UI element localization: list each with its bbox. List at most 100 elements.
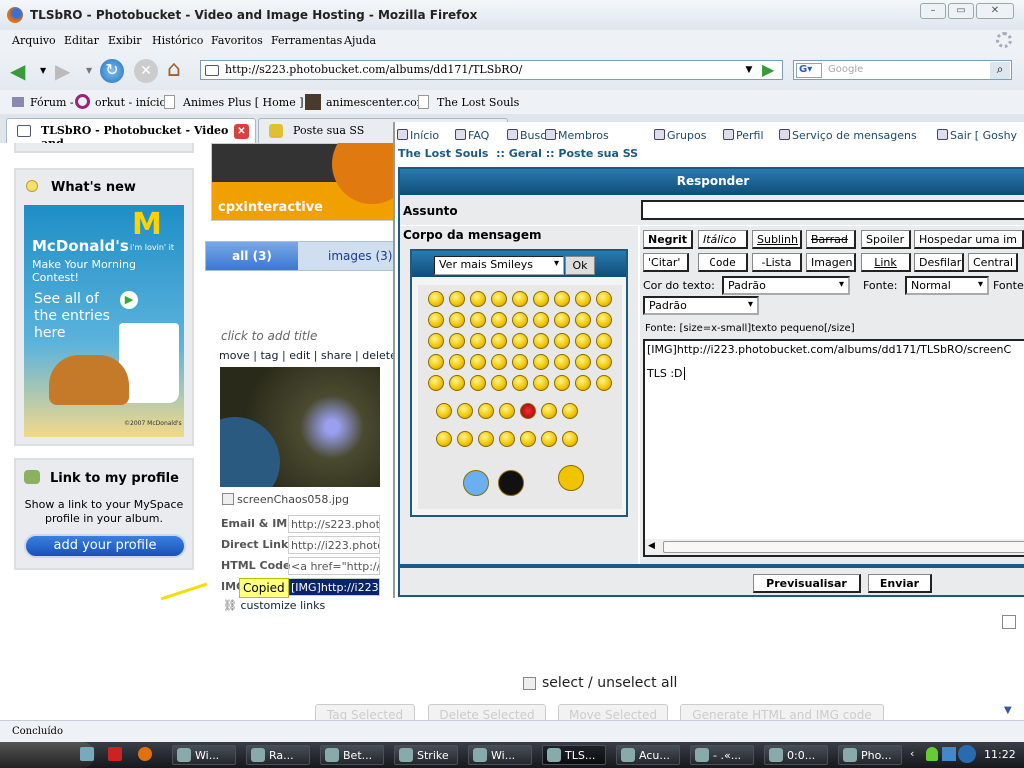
show-desktop-icon[interactable]	[80, 747, 94, 761]
smiley-icon[interactable]	[596, 312, 612, 328]
marquee-button[interactable]: Desfilar	[914, 253, 964, 272]
customize-links[interactable]: ⛓ customize links	[223, 599, 325, 612]
breadcrumb-forum[interactable]: The Lost Souls	[398, 147, 488, 160]
maximize-button[interactable]: ▭	[948, 3, 974, 19]
menu-editar[interactable]: Editar	[64, 34, 99, 47]
tag-link[interactable]: tag	[260, 349, 278, 362]
filter-tab-all[interactable]: all (3)	[206, 242, 298, 270]
smiley-icon[interactable]	[436, 403, 452, 419]
smiley-icon[interactable]	[436, 431, 452, 447]
smiley-icon[interactable]	[596, 354, 612, 370]
font-size-select[interactable]: Padrão	[643, 296, 759, 315]
smiley-icon[interactable]	[554, 354, 570, 370]
smiley-icon[interactable]	[499, 403, 515, 419]
search-input[interactable]: Google	[793, 60, 1012, 80]
smiley-icon[interactable]	[512, 354, 528, 370]
code-button[interactable]: Code	[698, 253, 748, 272]
link-button[interactable]: Link	[861, 253, 911, 272]
nav-sair[interactable]: Sair [ Goshy	[937, 129, 1017, 142]
smiley-icon[interactable]	[554, 375, 570, 391]
search-icon[interactable]: ⌕	[990, 62, 1010, 79]
smiley-icon[interactable]	[428, 375, 444, 391]
html-code-field[interactable]: <a href="http://photobucket	[288, 557, 380, 575]
smiley-icon[interactable]	[491, 333, 507, 349]
smiley-icon[interactable]	[428, 291, 444, 307]
arrow-right-icon[interactable]: ▶	[120, 291, 138, 309]
delete-link[interactable]: delete	[362, 349, 397, 362]
edit-link[interactable]: edit	[289, 349, 310, 362]
tag-selected-button[interactable]: Tag Selected	[315, 704, 415, 720]
smiley-icon[interactable]	[428, 312, 444, 328]
send-button[interactable]: Enviar	[868, 574, 932, 593]
home-icon[interactable]: ⌂	[167, 58, 181, 82]
smiley-icon[interactable]	[520, 431, 536, 447]
email-im-field[interactable]: http://s223.photobucket.com	[288, 515, 380, 533]
smiley-icon[interactable]	[463, 470, 489, 496]
message-textarea[interactable]: [IMG]http://i223.photobucket.com/albums/…	[643, 339, 1024, 557]
smiley-icon[interactable]	[478, 431, 494, 447]
smiley-icon[interactable]	[449, 375, 465, 391]
taskbar-item[interactable]: Acu...	[616, 745, 680, 765]
bookmark-animescenter[interactable]: animescenter.com	[326, 96, 427, 109]
generate-code-button[interactable]: Generate HTML and IMG code	[680, 704, 884, 720]
smiley-icon[interactable]	[428, 354, 444, 370]
smiley-icon[interactable]	[449, 354, 465, 370]
nav-membros[interactable]: Membros	[545, 129, 609, 142]
underline-button[interactable]: Sublinh	[752, 230, 802, 249]
taskbar-item[interactable]: Wi...	[172, 745, 236, 765]
back-icon[interactable]: ◀	[10, 61, 25, 81]
tray-expand-icon[interactable]: ‹	[910, 747, 914, 760]
host-image-button[interactable]: Hospedar uma im	[914, 230, 1024, 249]
smiley-icon[interactable]	[470, 354, 486, 370]
smiley-icon[interactable]	[491, 354, 507, 370]
nav-grupos[interactable]: Grupos	[654, 129, 706, 142]
smiley-icon[interactable]	[596, 333, 612, 349]
smiley-icon[interactable]	[554, 333, 570, 349]
smiley-icon[interactable]	[470, 375, 486, 391]
stop-icon[interactable]: ✕	[134, 59, 158, 83]
select-all-checkbox[interactable]	[523, 677, 536, 690]
move-selected-button[interactable]: Move Selected	[558, 704, 668, 720]
forward-history-dropdown[interactable]: ▼	[86, 66, 92, 75]
firefox-icon[interactable]	[138, 747, 152, 761]
add-title-field[interactable]: click to add title	[221, 329, 317, 343]
text-color-select[interactable]: Padrão	[722, 276, 850, 295]
after-effects-icon[interactable]	[108, 747, 122, 761]
bookmark-orkut[interactable]: orkut - início	[95, 96, 166, 109]
list-button[interactable]: -Lista	[752, 253, 802, 272]
smiley-icon[interactable]	[596, 291, 612, 307]
smiley-icon[interactable]	[449, 333, 465, 349]
select-all-label[interactable]: select / unselect all	[542, 675, 677, 691]
more-smileys-select[interactable]: Ver mais Smileys	[434, 256, 564, 275]
add-profile-button[interactable]: add your profile	[24, 534, 186, 558]
smiley-icon[interactable]	[575, 354, 591, 370]
scroll-left-arrow[interactable]: ◀	[648, 541, 655, 551]
menu-historico[interactable]: Histórico	[152, 34, 203, 47]
smiley-icon[interactable]	[498, 470, 524, 496]
horizontal-scrollbar[interactable]: ◀	[645, 539, 1024, 555]
smiley-icon[interactable]	[457, 403, 473, 419]
volume-icon[interactable]	[958, 745, 976, 763]
minimize-button[interactable]: –	[920, 3, 946, 19]
smiley-icon[interactable]	[457, 431, 473, 447]
smiley-icon[interactable]	[541, 403, 557, 419]
smiley-icon[interactable]	[562, 431, 578, 447]
taskbar-item[interactable]: Bet...	[320, 745, 384, 765]
smiley-icon[interactable]	[449, 312, 465, 328]
smiley-icon[interactable]	[491, 291, 507, 307]
screenshot-thumbnail[interactable]	[220, 367, 380, 487]
smiley-icon[interactable]	[512, 333, 528, 349]
taskbar-item[interactable]: Wi...	[468, 745, 532, 765]
mcdonalds-ad[interactable]: M i'm lovin' it McDonald's Make Your Mor…	[24, 205, 184, 437]
breadcrumb-poste-sua-ss[interactable]: Poste sua SS	[558, 147, 638, 160]
smiley-icon[interactable]	[558, 465, 584, 491]
smiley-icon[interactable]	[575, 333, 591, 349]
bookmark-forum[interactable]: Fórum -	[30, 96, 74, 109]
smiley-icon[interactable]	[491, 375, 507, 391]
taskbar-item-active[interactable]: TLS...	[542, 745, 606, 765]
smiley-icon[interactable]	[512, 375, 528, 391]
nav-mensagens[interactable]: Serviço de mensagens	[779, 129, 917, 142]
filter-tab-images[interactable]: images (3)	[328, 249, 392, 263]
smiley-icon[interactable]	[575, 312, 591, 328]
taskbar-item[interactable]: 0:0...	[764, 745, 828, 765]
